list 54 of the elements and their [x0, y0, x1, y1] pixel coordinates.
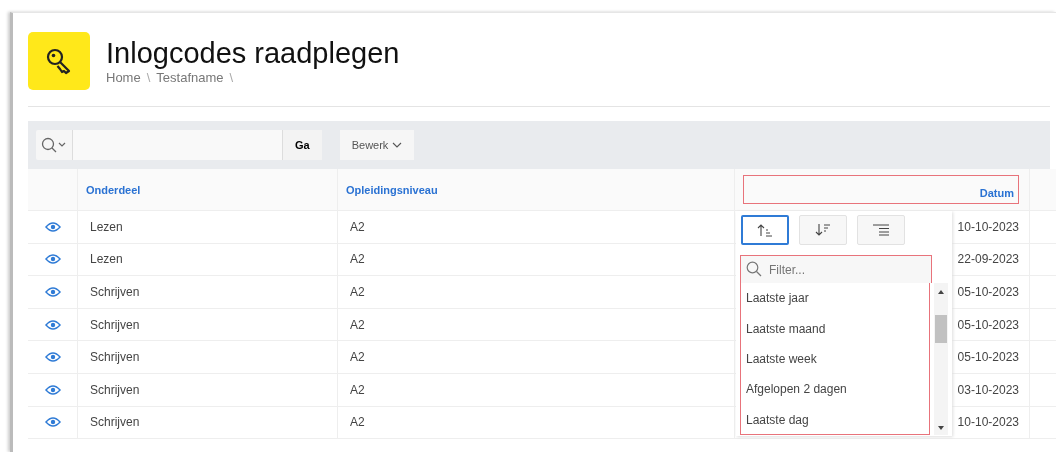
table-cell: 05-10-2023 [957, 317, 1019, 332]
breadcrumb-link[interactable]: Home [106, 70, 141, 85]
table-cell: 05-10-2023 [957, 285, 1019, 299]
breadcrumb-separator: \ [146, 70, 151, 85]
table-cell: 05-10-2023 [957, 350, 1019, 365]
caret-icon [392, 142, 403, 148]
column-header[interactable]: Opleidingsniveau [346, 183, 438, 196]
view-icon[interactable] [44, 221, 61, 232]
view-icon[interactable] [44, 254, 61, 265]
page-title: Inlogcodes raadplegen [106, 36, 400, 70]
table-cell: A2 [350, 382, 365, 397]
filter-option[interactable]: Laatste maand [741, 313, 929, 344]
sort-descending-icon [815, 223, 831, 237]
filter-option[interactable]: Afgelopen 2 dagen [741, 374, 929, 405]
filter-option[interactable]: Laatste dag [741, 404, 929, 435]
table-cell: A2 [350, 219, 365, 234]
search-field[interactable]: Ga [36, 130, 322, 160]
table-cell: Schrijven [90, 382, 140, 397]
key-icon [28, 32, 90, 90]
filter-option[interactable]: Laatste week [741, 343, 929, 375]
table-cell: 10-10-2023 [957, 219, 1019, 234]
table-cell: Schrijven [90, 415, 140, 430]
sort-ascending-icon [757, 223, 773, 237]
table-cell: Schrijven [90, 350, 140, 365]
view-icon[interactable] [44, 384, 61, 395]
scrollbar[interactable] [934, 283, 948, 435]
view-icon[interactable] [44, 352, 61, 363]
breadcrumb-link[interactable]: Testafname [156, 70, 224, 85]
table-cell: A2 [350, 285, 365, 299]
align-right-icon [872, 224, 890, 236]
sort-button[interactable] [741, 215, 789, 245]
align-button[interactable] [857, 215, 905, 245]
table-cell: A2 [350, 415, 365, 430]
filter-option[interactable]: Laatste jaar [741, 283, 929, 314]
table-cell: Schrijven [90, 285, 140, 299]
table-cell: 22-09-2023 [957, 252, 1019, 267]
go-button[interactable]: Ga [282, 130, 322, 160]
breadcrumb-separator: \ [229, 70, 234, 85]
column-header[interactable]: Onderdeel [86, 183, 141, 196]
table-cell: 10-10-2023 [957, 415, 1019, 430]
table-cell: A2 [350, 350, 365, 365]
view-icon[interactable] [44, 287, 61, 297]
table-cell: A2 [350, 317, 365, 332]
filter-field[interactable]: Filter... [740, 255, 932, 283]
table-cell: A2 [350, 252, 365, 267]
view-icon[interactable] [44, 417, 61, 428]
view-icon[interactable] [44, 319, 61, 330]
table-cell: Schrijven [90, 317, 140, 332]
table-cell: Lezen [90, 252, 123, 267]
edit-menu-button[interactable]: Bewerk [339, 130, 415, 160]
table-cell: Lezen [90, 219, 123, 234]
table-cell: 03-10-2023 [957, 382, 1019, 397]
search-icon [746, 261, 762, 277]
column-header[interactable]: Datum [743, 175, 1019, 204]
